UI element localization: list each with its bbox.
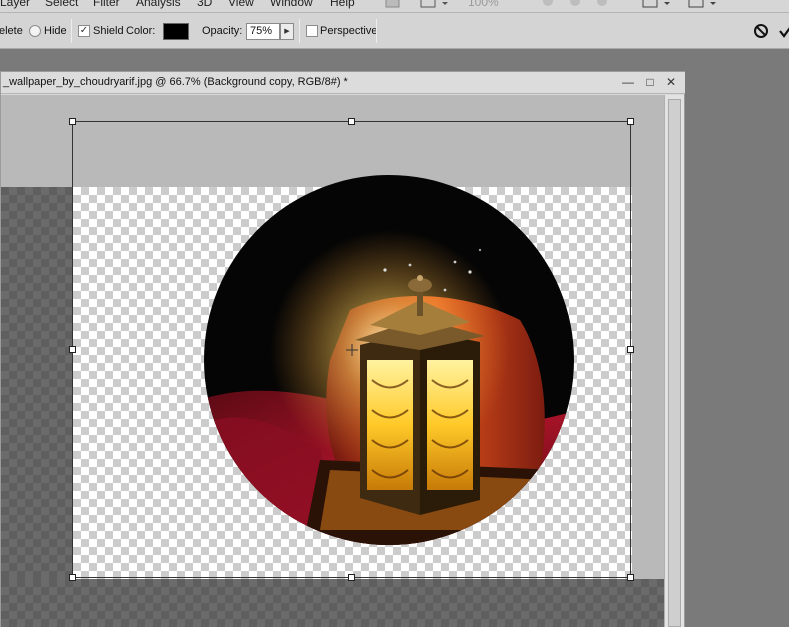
transform-handle-right[interactable]: [627, 346, 634, 353]
transform-handle-top-right[interactable]: [627, 118, 634, 125]
transform-handle-top[interactable]: [348, 118, 355, 125]
photoshop-workspace: Layer Select Filter Analysis 3D View Win…: [0, 0, 789, 627]
transform-handle-top-left[interactable]: [69, 118, 76, 125]
transform-handle-left[interactable]: [69, 346, 76, 353]
lantern-artwork[interactable]: [0, 0, 789, 627]
transform-handle-bottom-left[interactable]: [69, 574, 76, 581]
transform-handle-bottom[interactable]: [348, 574, 355, 581]
transform-handle-bottom-right[interactable]: [627, 574, 634, 581]
